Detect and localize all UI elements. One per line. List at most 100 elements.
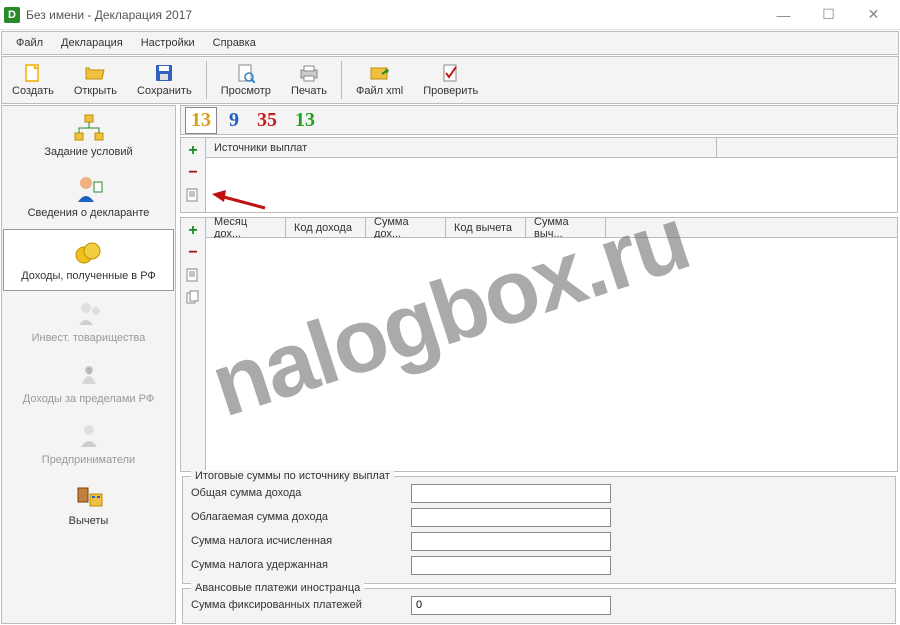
- menubar: Файл Декларация Настройки Справка: [1, 31, 899, 55]
- sidebar-label: Доходы, полученные в РФ: [21, 270, 156, 282]
- sources-list-header: Источники выплат: [206, 138, 897, 158]
- months-list-header: Месяц дох... Код дохода Сумма дох... Код…: [206, 218, 897, 238]
- close-button[interactable]: ✕: [851, 1, 896, 29]
- fixed-payments-field[interactable]: [411, 596, 611, 615]
- menu-help[interactable]: Справка: [205, 34, 264, 52]
- sidebar-item-income-rf[interactable]: Доходы, полученные в РФ: [3, 229, 174, 291]
- toolbar-view-button[interactable]: Просмотр: [211, 57, 281, 103]
- sources-list-body[interactable]: [206, 158, 897, 210]
- menu-settings[interactable]: Настройки: [133, 34, 203, 52]
- edit-source-button[interactable]: [184, 186, 202, 204]
- entrepreneur-icon: [71, 420, 107, 452]
- toolbar-create-button[interactable]: Создать: [2, 57, 64, 103]
- add-income-button[interactable]: +: [184, 222, 202, 240]
- sidebar-item-deductions[interactable]: Вычеты: [2, 475, 175, 536]
- toolbar-view-label: Просмотр: [221, 85, 271, 97]
- save-icon: [154, 63, 174, 83]
- taxable-income-field[interactable]: [411, 508, 611, 527]
- minimize-button[interactable]: —: [761, 1, 806, 29]
- sidebar-item-invest[interactable]: Инвест. товарищества: [2, 292, 175, 353]
- col-code-deduct: Код вычета: [446, 218, 526, 237]
- sidebar-label: Вычеты: [69, 515, 109, 527]
- months-list-body[interactable]: [206, 238, 897, 471]
- deductions-icon: [71, 481, 107, 513]
- toolbar-print-button[interactable]: Печать: [281, 57, 337, 103]
- rate-tab-13-yellow[interactable]: 13: [185, 107, 217, 134]
- rate-tab-13-green[interactable]: 13: [289, 107, 321, 134]
- toolbar-filexml-button[interactable]: Файл xml: [346, 57, 413, 103]
- totals-legend: Итоговые суммы по источнику выплат: [191, 470, 394, 482]
- tax-rate-tabs: 13 9 35 13: [180, 105, 898, 135]
- sidebar: Задание условий Сведения о декларанте До…: [1, 105, 176, 624]
- total-income-label: Общая сумма дохода: [191, 487, 401, 499]
- col-code-income: Код дохода: [286, 218, 366, 237]
- sidebar-label: Предприниматели: [42, 454, 135, 466]
- add-source-button[interactable]: +: [184, 142, 202, 160]
- maximize-button[interactable]: ☐: [806, 1, 851, 29]
- income-sources-panel: + − Источники выплат: [180, 137, 898, 213]
- menu-file[interactable]: Файл: [8, 34, 51, 52]
- tax-withheld-field[interactable]: [411, 556, 611, 575]
- toolbar-check-label: Проверить: [423, 85, 478, 97]
- app-icon: D: [4, 7, 20, 23]
- total-income-field[interactable]: [411, 484, 611, 503]
- toolbar-open-label: Открыть: [74, 85, 117, 97]
- totals-fieldset: Итоговые суммы по источнику выплат Общая…: [182, 476, 896, 584]
- view-icon: [236, 63, 256, 83]
- remove-source-button[interactable]: −: [184, 164, 202, 182]
- window-titlebar: D Без имени - Декларация 2017 — ☐ ✕: [0, 0, 900, 30]
- sidebar-item-foreign[interactable]: $ Доходы за пределами РФ: [2, 353, 175, 414]
- toolbar-print-label: Печать: [291, 85, 327, 97]
- sidebar-label: Доходы за пределами РФ: [23, 393, 154, 405]
- edit-income-button[interactable]: [184, 266, 202, 284]
- print-icon: [299, 63, 319, 83]
- toolbar: Создать Открыть Сохранить Просмотр Печат…: [1, 56, 899, 104]
- sidebar-item-declarant[interactable]: Сведения о декларанте: [2, 167, 175, 228]
- taxable-income-label: Облагаемая сумма дохода: [191, 511, 401, 523]
- folder-open-icon: [85, 63, 105, 83]
- sidebar-label: Сведения о декларанте: [28, 207, 150, 219]
- menu-declaration[interactable]: Декларация: [53, 34, 131, 52]
- window-controls: — ☐ ✕: [761, 1, 896, 29]
- rate-tab-9[interactable]: 9: [223, 107, 245, 134]
- declarant-icon: [71, 173, 107, 205]
- separator: [341, 61, 342, 99]
- tax-calc-field[interactable]: [411, 532, 611, 551]
- tax-withheld-label: Сумма налога удержанная: [191, 559, 401, 571]
- sources-header-spacer: [717, 138, 897, 157]
- sidebar-label: Задание условий: [44, 146, 132, 158]
- sources-icon-column: + −: [181, 138, 205, 212]
- sidebar-item-conditions[interactable]: Задание условий: [2, 106, 175, 167]
- fixed-payments-label: Сумма фиксированных платежей: [191, 599, 401, 611]
- col-month: Месяц дох...: [206, 218, 286, 237]
- toolbar-save-button[interactable]: Сохранить: [127, 57, 202, 103]
- copy-income-button[interactable]: [184, 288, 202, 306]
- toolbar-open-button[interactable]: Открыть: [64, 57, 127, 103]
- toolbar-create-label: Создать: [12, 85, 54, 97]
- toolbar-save-label: Сохранить: [137, 85, 192, 97]
- income-months-panel: + − Месяц дох... Код дохода Сумма дох...…: [180, 217, 898, 472]
- window-title: Без имени - Декларация 2017: [26, 8, 761, 22]
- months-icon-column: + −: [181, 218, 205, 471]
- invest-icon: [71, 298, 107, 330]
- sources-header-col: Источники выплат: [206, 138, 717, 157]
- remove-income-button[interactable]: −: [184, 244, 202, 262]
- sidebar-label: Инвест. товарищества: [32, 332, 146, 344]
- advance-legend: Авансовые платежи иностранца: [191, 582, 364, 594]
- separator: [206, 61, 207, 99]
- svg-text:$: $: [86, 367, 91, 376]
- advance-fieldset: Авансовые платежи иностранца Сумма фикси…: [182, 588, 896, 624]
- sources-list[interactable]: Источники выплат: [205, 138, 897, 212]
- content-area: 13 9 35 13 + − Источники выплат: [176, 105, 900, 624]
- toolbar-check-button[interactable]: Проверить: [413, 57, 488, 103]
- col-sum-deduct: Сумма выч...: [526, 218, 606, 237]
- sidebar-item-entrepreneur[interactable]: Предприниматели: [2, 414, 175, 475]
- xml-file-icon: [370, 63, 390, 83]
- check-icon: [441, 63, 461, 83]
- rate-tab-35[interactable]: 35: [251, 107, 283, 134]
- toolbar-filexml-label: Файл xml: [356, 85, 403, 97]
- new-file-icon: [23, 63, 43, 83]
- conditions-icon: [71, 112, 107, 144]
- foreign-icon: $: [71, 359, 107, 391]
- tax-calc-label: Сумма налога исчисленная: [191, 535, 401, 547]
